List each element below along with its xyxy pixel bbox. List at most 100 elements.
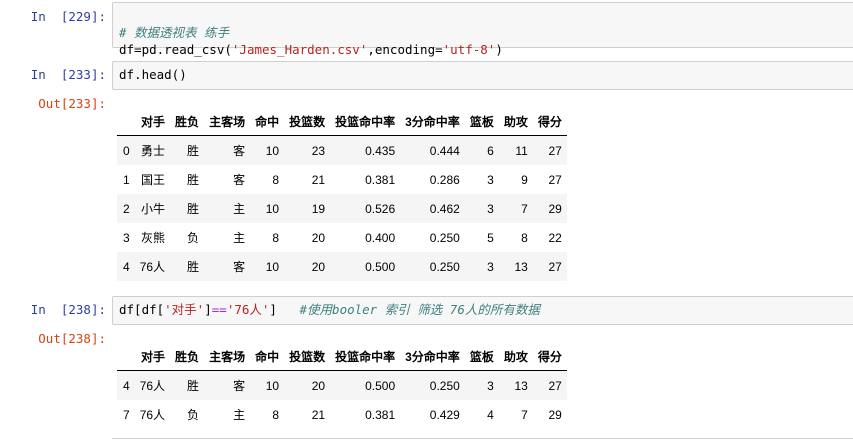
row-index: 0 xyxy=(123,143,130,158)
dataframe-output-233: 对手 胜负 主客场 命中 投篮数 投篮命中率 3分命中率 篮板 助攻 得分 0 勇士胜客 10 23 0.… xyxy=(117,107,567,281)
table-cell: 4 xyxy=(487,407,494,422)
table-row: 7 76人 负 主 8 21 0.381 0.429 4 7 29 xyxy=(117,400,567,429)
table-cell: 主 xyxy=(233,202,246,216)
column-header: 3分命中率 xyxy=(400,342,465,371)
table-header-row: 对手 胜负 主客场 命中 投篮数 投篮命中率 3分命中率 篮板 助攻 得分 xyxy=(117,342,567,371)
table-cell: 22 xyxy=(548,230,562,245)
code-cell-238[interactable]: df[df['对手']=='76人'] #使用booler 索引 筛选 76人的… xyxy=(112,296,853,325)
column-header: 投篮数 xyxy=(284,107,331,136)
column-header: 胜负 xyxy=(170,342,205,371)
table-cell: 负 xyxy=(187,231,200,245)
table-cell: 20 xyxy=(311,259,326,274)
table-cell: 10 xyxy=(265,201,280,216)
table-cell: 0.500 xyxy=(365,378,396,393)
table-cell: 6 xyxy=(487,143,494,158)
table-row: 0 勇士 胜 客 10 23 0.435 0.444 6 11 27 xyxy=(117,135,567,165)
table-cell: 20 xyxy=(311,230,326,245)
table-cell: 灰熊 xyxy=(141,231,166,245)
table-cell: 23 xyxy=(311,143,326,158)
table-cell: 胜 xyxy=(187,173,200,187)
table-cell: 13 xyxy=(514,378,528,393)
table-cell: 主 xyxy=(233,231,246,245)
table-cell: 27 xyxy=(548,378,562,393)
column-header: 投篮数 xyxy=(284,342,331,371)
out-prompt-238: Out[238]: xyxy=(38,331,106,346)
table-header-row: 对手 胜负 主客场 命中 投篮数 投篮命中率 3分命中率 篮板 助攻 得分 xyxy=(117,107,567,136)
table-cell: 8 xyxy=(521,230,528,245)
table-cell: 勇士 xyxy=(141,144,166,158)
table-cell: 0.400 xyxy=(365,230,396,245)
table-cell: 0.500 xyxy=(365,259,396,274)
in-prompt-233: In [233]: xyxy=(30,67,106,82)
table-cell: 0.526 xyxy=(365,201,396,216)
row-index: 7 xyxy=(123,407,130,422)
table-cell: 客 xyxy=(233,379,246,393)
column-header: 胜负 xyxy=(170,107,205,136)
table-cell: 胜 xyxy=(187,144,200,158)
table-row: 2 小牛 胜 主 10 19 0.526 0.462 3 7 29 xyxy=(117,194,567,223)
out-prompt-233: Out[233]: xyxy=(38,96,106,111)
table-cell: 7 xyxy=(521,407,528,422)
table-cell: 21 xyxy=(311,407,326,422)
index-header xyxy=(117,107,135,136)
table-row: 4 76人 胜 客 10 20 0.500 0.250 3 13 27 xyxy=(117,252,567,281)
column-header: 篮板 xyxy=(464,107,499,136)
column-header: 得分 xyxy=(532,342,567,371)
in-prompt-229: In [229]: xyxy=(30,9,106,24)
table-cell: 20 xyxy=(311,378,326,393)
table-cell: 0.381 xyxy=(365,172,396,187)
column-header: 投篮命中率 xyxy=(330,342,401,371)
table-row: 1 国王 胜 客 8 21 0.381 0.286 3 9 27 xyxy=(117,165,567,194)
table-cell: 0.462 xyxy=(429,201,460,216)
column-header: 主客场 xyxy=(204,107,251,136)
code-line: df=pd.read_csv('James_Harden.csv',encodi… xyxy=(119,42,503,57)
table-cell: 8 xyxy=(272,230,280,245)
table-row: 3 灰熊 负 主 8 20 0.400 0.250 5 8 22 xyxy=(117,223,567,252)
column-header: 主客场 xyxy=(204,342,251,371)
table-cell: 7 xyxy=(521,201,528,216)
table-cell: 胜 xyxy=(187,202,200,216)
table-cell: 0.250 xyxy=(429,230,460,245)
table-cell: 27 xyxy=(548,143,562,158)
table-cell: 3 xyxy=(487,259,494,274)
table-cell: 3 xyxy=(487,201,494,216)
table-cell: 3 xyxy=(487,172,494,187)
row-index: 1 xyxy=(123,172,130,187)
column-header: 篮板 xyxy=(464,342,499,371)
table-cell: 10 xyxy=(265,259,280,274)
table-cell: 小牛 xyxy=(141,202,166,216)
code-cell-233[interactable]: df.head() xyxy=(112,61,853,90)
table-cell: 客 xyxy=(233,173,246,187)
table-cell: 10 xyxy=(265,143,280,158)
table-cell: 负 xyxy=(187,408,200,422)
code-line: df.head() xyxy=(119,67,187,82)
table-cell: 76人 xyxy=(139,379,166,393)
table-cell: 29 xyxy=(548,407,562,422)
table-cell: 9 xyxy=(521,172,528,187)
table-cell: 29 xyxy=(548,201,562,216)
column-header: 投篮命中率 xyxy=(330,107,401,136)
table-cell: 0.250 xyxy=(429,259,460,274)
table-cell: 11 xyxy=(515,143,528,158)
column-header: 助攻 xyxy=(498,107,533,136)
in-prompt-238: In [238]: xyxy=(30,302,106,317)
table-cell: 19 xyxy=(311,201,326,216)
table-cell: 13 xyxy=(514,259,528,274)
column-header: 命中 xyxy=(250,342,285,371)
table-cell: 客 xyxy=(233,260,246,274)
table-cell: 8 xyxy=(272,172,280,187)
column-header: 对手 xyxy=(134,107,171,136)
table-cell: 0.250 xyxy=(429,378,460,393)
code-cell-229[interactable]: # 数据透视表 练手 df=pd.read_csv('James_Harden.… xyxy=(112,2,853,57)
table-cell: 5 xyxy=(487,230,494,245)
table-cell: 76人 xyxy=(139,408,166,422)
table-cell: 0.444 xyxy=(429,143,460,158)
code-line: df[df['对手']=='76人'] #使用booler 索引 筛选 76人的… xyxy=(119,302,540,317)
row-index: 2 xyxy=(123,201,130,216)
table-cell: 胜 xyxy=(187,379,200,393)
table-cell: 胜 xyxy=(187,260,200,274)
table-cell: 国王 xyxy=(141,173,166,187)
table-cell: 0.435 xyxy=(365,143,396,158)
dataframe-output-238: 对手 胜负 主客场 命中 投篮数 投篮命中率 3分命中率 篮板 助攻 得分 4 76人 胜 客 10 20 0… xyxy=(117,342,567,429)
row-index: 3 xyxy=(123,230,130,245)
